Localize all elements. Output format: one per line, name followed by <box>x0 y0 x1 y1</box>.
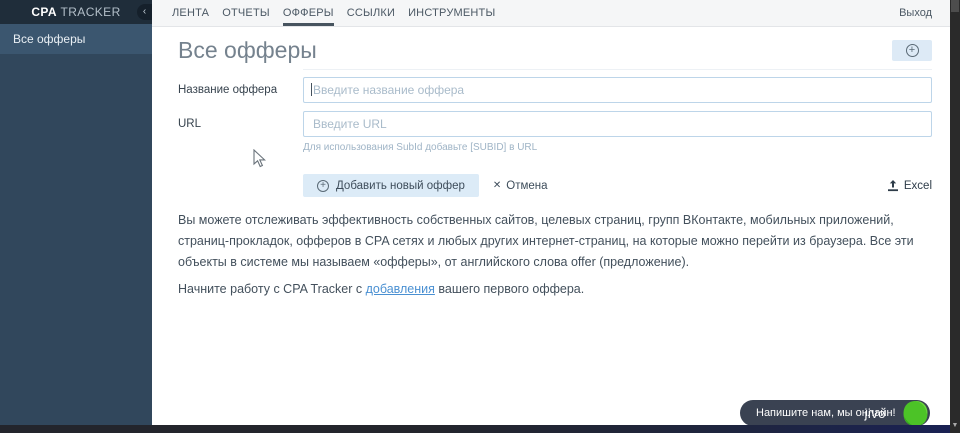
offer-name-input-wrap <box>303 77 932 103</box>
sidebar-collapse-button[interactable]: ‹ <box>137 4 152 20</box>
chat-widget[interactable]: Напишите нам, мы онлайн! jivo <box>740 400 930 427</box>
excel-export-button[interactable]: Excel <box>887 179 932 192</box>
sidebar-item-all-offers[interactable]: Все офферы <box>0 24 152 54</box>
offer-url-label: URL <box>178 118 202 130</box>
scrollbar-thumb[interactable] <box>951 0 959 12</box>
text-caret <box>311 83 312 96</box>
top-nav: ЛЕНТА ОТЧЕТЫ ОФФЕРЫ ССЫЛКИ ИНСТРУМЕНТЫ В… <box>152 0 950 27</box>
cancel-button-label: Отмена <box>506 179 548 192</box>
add-offer-button-label: Добавить новый оффер <box>336 179 465 192</box>
start-paragraph-prefix: Начните работу с CPA Tracker с <box>178 282 366 296</box>
tab-offery[interactable]: ОФФЕРЫ <box>282 0 334 26</box>
jivo-leaf-icon <box>903 401 928 427</box>
form-actions: + Добавить новый оффер ✕ Отмена Excel <box>303 174 932 197</box>
plus-icon: + <box>317 179 329 192</box>
add-offer-quick-button[interactable]: + <box>892 40 932 61</box>
close-icon: ✕ <box>492 180 502 191</box>
start-paragraph-suffix: вашего первого оффера. <box>434 282 585 296</box>
sidebar: CPA TRACKER ‹ Все офферы <box>0 0 152 425</box>
tab-lenta[interactable]: ЛЕНТА <box>172 0 209 26</box>
sidebar-menu: Все офферы <box>0 24 152 54</box>
tab-instrumenty[interactable]: ИНСТРУМЕНТЫ <box>408 0 495 26</box>
jivo-logo: jivo <box>864 405 886 421</box>
offer-form: Название оффера URL Для использования Su… <box>152 70 950 153</box>
page-title: Все офферы <box>178 37 317 63</box>
title-row: Все офферы + <box>152 27 950 64</box>
logo-cpa: CPA <box>31 5 57 19</box>
tab-ssylki[interactable]: ССЫЛКИ <box>347 0 395 26</box>
add-first-offer-link[interactable]: добавления <box>366 282 435 296</box>
intro-paragraph: Вы можете отслеживать эффективность собс… <box>178 213 914 269</box>
subid-hint: Для использования SubId добавьте [SUBID]… <box>303 142 538 153</box>
logout-link[interactable]: Выход <box>899 0 932 26</box>
offer-name-label: Название оффера <box>178 84 278 96</box>
logo-tracker: TRACKER <box>56 5 121 19</box>
vertical-scrollbar[interactable]: ▼ <box>950 0 960 433</box>
offer-name-input[interactable] <box>303 77 932 103</box>
bottom-strip <box>0 425 960 433</box>
sidebar-header: CPA TRACKER ‹ <box>0 0 152 24</box>
sidebar-item-label: Все офферы <box>13 32 86 46</box>
cancel-button[interactable]: ✕ Отмена <box>493 180 548 192</box>
tab-otchety[interactable]: ОТЧЕТЫ <box>222 0 270 26</box>
scrollbar-down-arrow[interactable]: ▼ <box>950 422 960 430</box>
offer-url-input[interactable] <box>303 111 932 137</box>
offer-url-input-wrap <box>303 111 932 137</box>
app-window: CPA TRACKER ‹ Все офферы ЛЕНТА ОТЧЕТЫ ОФ… <box>0 0 960 433</box>
add-offer-button[interactable]: + Добавить новый оффер <box>303 174 479 197</box>
main-content: Все офферы + Название оффера URL Для исп… <box>152 27 950 425</box>
plus-icon: + <box>905 44 919 57</box>
excel-button-label: Excel <box>903 179 932 192</box>
start-paragraph: Начните работу с CPA Tracker с добавлени… <box>178 279 944 300</box>
chevron-left-icon: ‹ <box>142 6 147 17</box>
export-icon <box>887 179 898 191</box>
app-logo[interactable]: CPA TRACKER <box>31 5 120 19</box>
